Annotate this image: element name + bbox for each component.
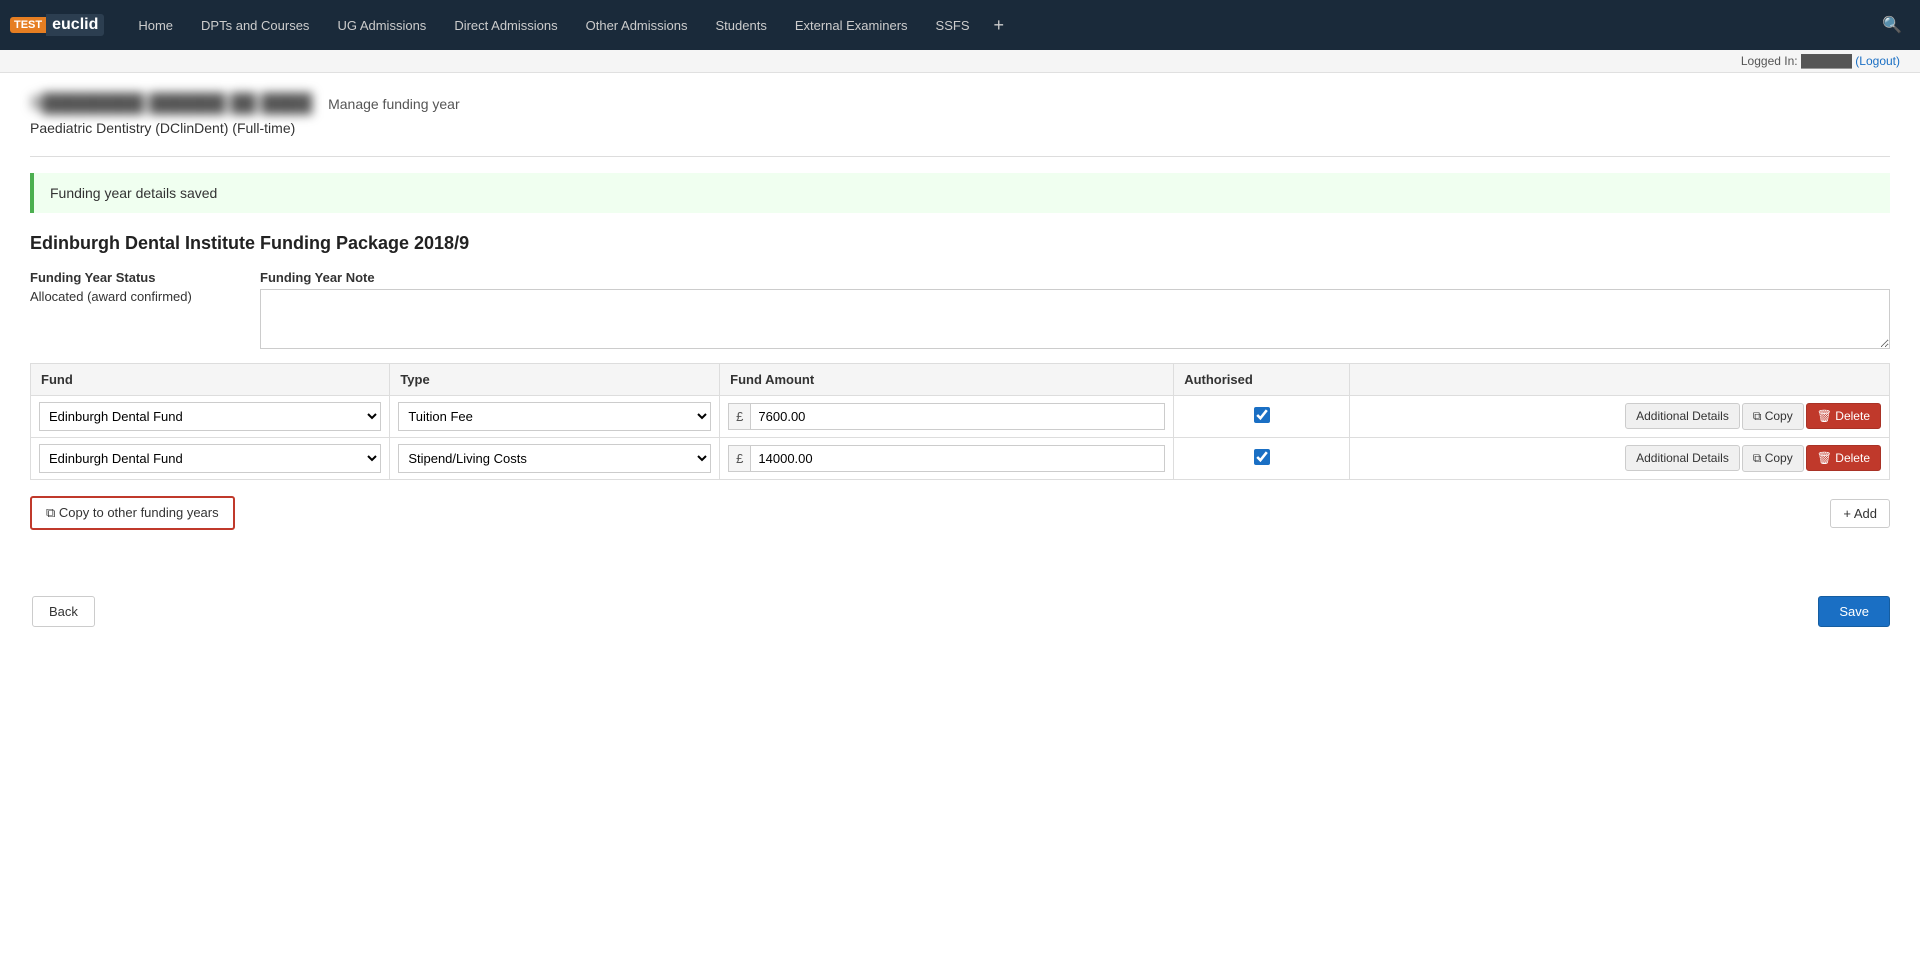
save-button[interactable]: Save	[1818, 596, 1890, 627]
brand: TEST euclid	[10, 14, 104, 36]
navbar: TEST euclid Home DPTs and Courses UG Adm…	[0, 0, 1920, 50]
currency-symbol-0: £	[729, 404, 751, 429]
logged-in-bar: Logged In: ██████ (Logout)	[0, 50, 1920, 73]
nav-links: Home DPTs and Courses UG Admissions Dire…	[124, 0, 1874, 50]
logged-in-user: ██████	[1801, 54, 1855, 68]
brand-test: TEST	[10, 17, 46, 33]
nav-dpts[interactable]: DPTs and Courses	[187, 0, 323, 50]
amount-input-0[interactable]	[751, 404, 1164, 429]
logged-in-label: Logged In:	[1741, 54, 1798, 68]
fund-select-1[interactable]: Edinburgh Dental Fund	[39, 444, 381, 473]
funding-year-note-group: Funding Year Note	[260, 270, 1890, 349]
add-button[interactable]: + Add	[1830, 499, 1890, 528]
action-cell-1: Additional Details⧉ Copy🗑 Delete	[1350, 438, 1890, 480]
success-message: Funding year details saved	[50, 185, 217, 201]
nav-home[interactable]: Home	[124, 0, 187, 50]
authorised-cell-0	[1174, 396, 1350, 438]
fund-cell-1: Edinburgh Dental Fund	[31, 438, 390, 480]
copy-to-other-years-label: Copy to other funding years	[59, 505, 219, 520]
brand-euclid: euclid	[46, 14, 104, 36]
delete-button-1[interactable]: 🗑 Delete	[1806, 445, 1881, 471]
fund-table: Fund Type Fund Amount Authorised Edinbur…	[30, 363, 1890, 480]
nav-direct-admissions[interactable]: Direct Admissions	[440, 0, 571, 50]
logout-link[interactable]: (Logout)	[1855, 54, 1900, 68]
page-header: S████████ ██████ ██ ████ Manage funding …	[30, 93, 1890, 114]
delete-button-0[interactable]: 🗑 Delete	[1806, 403, 1881, 429]
fund-table-body: Edinburgh Dental Fund Tuition Fee £ Additio…	[31, 396, 1890, 480]
th-fund: Fund	[31, 364, 390, 396]
success-banner: Funding year details saved	[30, 173, 1890, 213]
authorised-checkbox-1[interactable]	[1254, 449, 1270, 465]
authorised-checkbox-0[interactable]	[1254, 407, 1270, 423]
divider	[30, 156, 1890, 157]
fund-cell-0: Edinburgh Dental Fund	[31, 396, 390, 438]
manage-label: Manage funding year	[328, 96, 460, 112]
table-row: Edinburgh Dental Fund Tuition Fee £ Additio…	[31, 396, 1890, 438]
table-row: Edinburgh Dental Fund Stipend/Living Cost…	[31, 438, 1890, 480]
th-fund-amount: Fund Amount	[720, 364, 1174, 396]
copy-to-other-years-button[interactable]: ⧉ Copy to other funding years	[30, 496, 235, 530]
additional-details-button-1[interactable]: Additional Details	[1625, 445, 1740, 471]
funding-year-status-group: Funding Year Status Allocated (award con…	[30, 270, 230, 304]
nav-other-admissions[interactable]: Other Admissions	[572, 0, 702, 50]
th-type: Type	[390, 364, 720, 396]
type-select-1[interactable]: Stipend/Living Costs	[398, 444, 711, 473]
navbar-right: 🔍	[1874, 11, 1910, 39]
funding-year-form-row: Funding Year Status Allocated (award con…	[30, 270, 1890, 349]
copy-icon: ⧉	[46, 505, 59, 520]
th-authorised: Authorised	[1174, 364, 1350, 396]
currency-symbol-1: £	[729, 446, 751, 471]
page-footer: Back Save	[0, 580, 1920, 643]
copy-button-0[interactable]: ⧉ Copy	[1742, 403, 1804, 430]
package-title: Edinburgh Dental Institute Funding Packa…	[30, 233, 1890, 254]
search-button[interactable]: 🔍	[1874, 11, 1910, 39]
funding-year-note-label: Funding Year Note	[260, 270, 1890, 285]
bottom-actions: ⧉ Copy to other funding years + Add	[30, 496, 1890, 530]
amount-input-1[interactable]	[751, 446, 1164, 471]
type-select-0[interactable]: Tuition Fee	[398, 402, 711, 431]
authorised-cell-1	[1174, 438, 1350, 480]
nav-students[interactable]: Students	[702, 0, 781, 50]
amount-cell-0: £	[720, 396, 1174, 438]
back-button[interactable]: Back	[32, 596, 95, 627]
additional-details-button-0[interactable]: Additional Details	[1625, 403, 1740, 429]
funding-year-status-value: Allocated (award confirmed)	[30, 289, 230, 304]
main-content: S████████ ██████ ██ ████ Manage funding …	[0, 73, 1920, 550]
page-title: S████████ ██████ ██ ████	[30, 93, 312, 114]
th-actions	[1350, 364, 1890, 396]
copy-button-1[interactable]: ⧉ Copy	[1742, 445, 1804, 472]
type-cell-1: Stipend/Living Costs	[390, 438, 720, 480]
amount-cell-1: £	[720, 438, 1174, 480]
action-cell-0: Additional Details⧉ Copy🗑 Delete	[1350, 396, 1890, 438]
type-cell-0: Tuition Fee	[390, 396, 720, 438]
funding-year-note-input[interactable]	[260, 289, 1890, 349]
nav-ssfs[interactable]: SSFS	[922, 0, 984, 50]
funding-year-status-label: Funding Year Status	[30, 270, 230, 285]
nav-ug-admissions[interactable]: UG Admissions	[323, 0, 440, 50]
fund-select-0[interactable]: Edinburgh Dental Fund	[39, 402, 381, 431]
fund-table-header: Fund Type Fund Amount Authorised	[31, 364, 1890, 396]
nav-plus[interactable]: +	[984, 15, 1015, 36]
sub-title: Paediatric Dentistry (DClinDent) (Full-t…	[30, 120, 1890, 136]
nav-external-examiners[interactable]: External Examiners	[781, 0, 922, 50]
